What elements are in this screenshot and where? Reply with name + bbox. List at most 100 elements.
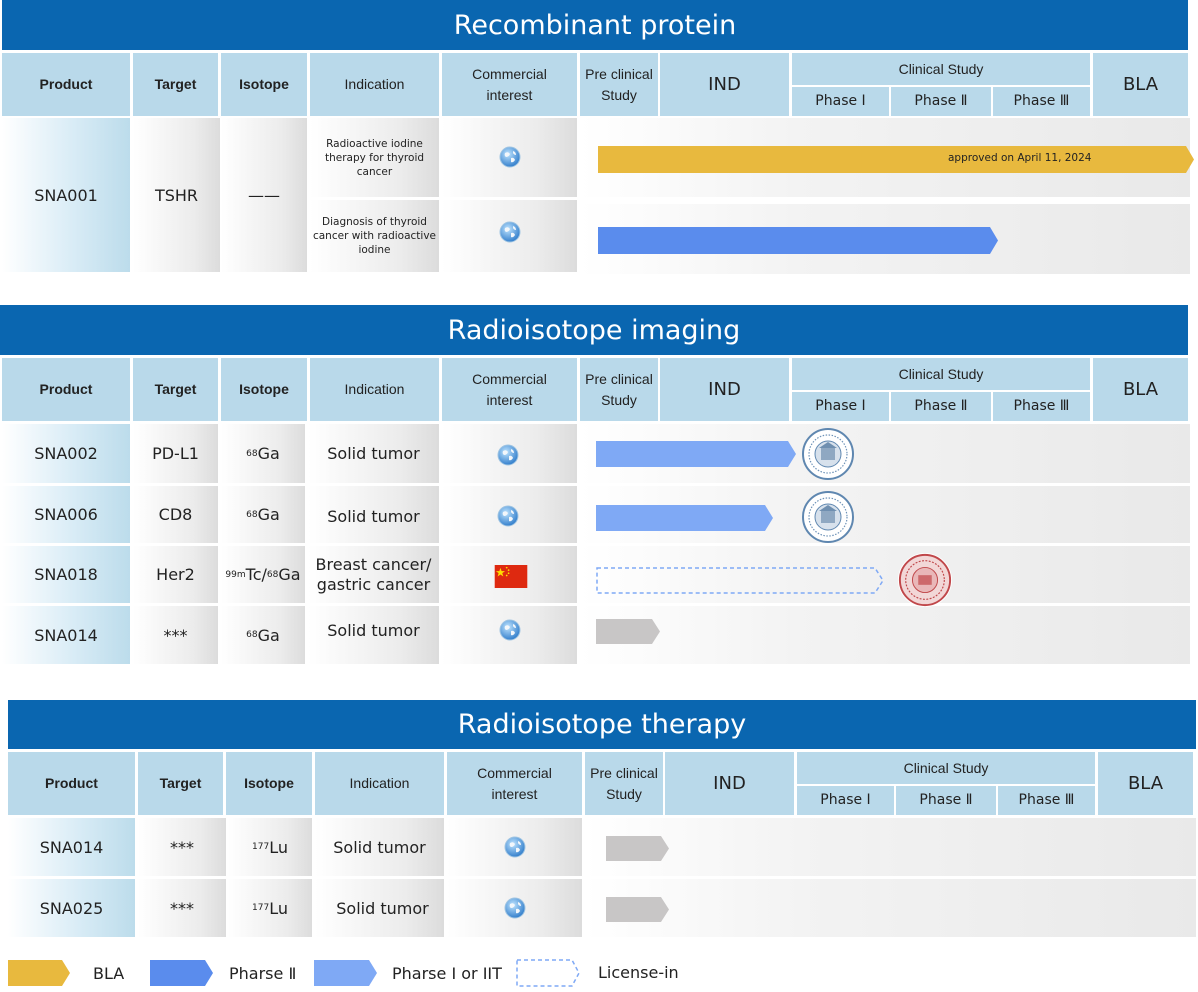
- legend-swatch-phase1-iit: [314, 960, 377, 986]
- progress-arrow-license-in: [596, 567, 884, 594]
- header-commercial-interest: Commercial interest: [447, 752, 582, 815]
- header-preclinical: Pre clinical Study: [585, 752, 663, 815]
- blue-university-seal-icon: [802, 491, 854, 543]
- header-indication: Indication: [315, 752, 444, 815]
- product-cell: SNA006: [2, 486, 130, 543]
- header-commercial-line2: interest: [486, 86, 533, 103]
- progress-track: [585, 818, 1196, 876]
- product-cell: SNA014: [2, 606, 130, 664]
- isotope-element: Lu: [269, 898, 288, 918]
- legend-swatch-phase2: [150, 960, 213, 986]
- globe-icon: [504, 897, 526, 919]
- header-product: Product: [2, 53, 130, 116]
- progress-arrow-preclinical: [596, 619, 660, 644]
- section-title-recombinant-protein: Recombinant protein: [2, 0, 1188, 50]
- target-cell: PD-L1: [133, 424, 218, 483]
- header-phase1: Phase Ⅰ: [792, 392, 889, 421]
- header-clinical-study: Clinical Study: [797, 752, 1095, 784]
- target-cell: ***: [133, 606, 218, 664]
- indication-cell: Radioactive iodine therapy for thyroid c…: [310, 118, 439, 197]
- red-university-seal-icon: [897, 552, 953, 608]
- isotope-element: Tc/: [245, 565, 267, 584]
- header-isotope: Isotope: [226, 752, 312, 815]
- globe-icon: [504, 836, 526, 858]
- header-preclinical: Pre clinical Study: [580, 53, 658, 116]
- header-preclinical-line2: Study: [606, 785, 642, 802]
- product-cell: SNA014: [8, 818, 135, 876]
- isotope-cell: 177 Lu: [228, 879, 312, 937]
- header-product: Product: [8, 752, 135, 815]
- progress-arrow-phase2: [598, 227, 998, 254]
- header-indication: Indication: [310, 358, 439, 421]
- header-preclinical-line1: Pre clinical: [590, 764, 658, 781]
- header-isotope: Isotope: [221, 53, 307, 116]
- progress-arrow-bla: [598, 146, 1194, 173]
- header-commercial-interest: Commercial interest: [442, 358, 577, 421]
- header-phase1: Phase Ⅰ: [792, 87, 889, 116]
- indication-cell: Solid tumor: [315, 879, 444, 937]
- target-cell: TSHR: [133, 118, 220, 272]
- header-target: Target: [138, 752, 223, 815]
- header-ind: IND: [660, 53, 789, 116]
- isotope-cell: 68 Ga: [221, 606, 305, 664]
- header-commercial-line2: interest: [486, 391, 533, 408]
- header-phase3: Phase Ⅲ: [998, 786, 1095, 815]
- header-clinical-study: Clinical Study: [792, 53, 1090, 85]
- header-product: Product: [2, 358, 130, 421]
- legend-swatch-license-in: [516, 959, 580, 987]
- header-preclinical-line1: Pre clinical: [585, 370, 653, 387]
- header-indication: Indication: [310, 53, 439, 116]
- isotope-element: Ga: [257, 444, 280, 463]
- header-clinical-study: Clinical Study: [792, 358, 1090, 390]
- indication-cell: Solid tumor: [315, 818, 444, 876]
- header-commercial-line1: Commercial: [477, 764, 552, 781]
- header-bla: BLA: [1093, 53, 1188, 116]
- legend-label: License-in: [598, 963, 679, 982]
- header-phase2: Phase Ⅱ: [896, 786, 996, 815]
- header-phase2: Phase Ⅱ: [891, 392, 991, 421]
- header-phase1: Phase Ⅰ: [797, 786, 894, 815]
- section-title-radioisotope-imaging: Radioisotope imaging: [0, 305, 1188, 355]
- product-cell: SNA002: [2, 424, 130, 483]
- indication-cell: Solid tumor: [308, 424, 439, 483]
- header-commercial-line1: Commercial: [472, 65, 547, 82]
- isotope-cell: ——: [221, 118, 307, 272]
- progress-arrow-preclinical: [606, 836, 669, 861]
- header-bla: BLA: [1098, 752, 1193, 815]
- target-cell: Her2: [133, 546, 218, 603]
- legend-label: Pharse Ⅰ or IIT: [392, 964, 502, 983]
- target-cell: CD8: [133, 486, 218, 543]
- isotope-element: Ga: [278, 565, 301, 584]
- product-cell: SNA001: [2, 118, 130, 272]
- progress-arrow-phase1: [596, 505, 773, 531]
- indication-line1: Breast cancer/: [315, 554, 432, 574]
- globe-icon: [497, 444, 519, 466]
- isotope-element: Ga: [257, 505, 280, 524]
- header-bla: BLA: [1093, 358, 1188, 421]
- legend-swatch-bla: [8, 960, 70, 986]
- china-flag-icon: [494, 565, 528, 588]
- product-cell: SNA018: [2, 546, 130, 603]
- globe-icon: [499, 146, 521, 168]
- header-target: Target: [133, 358, 218, 421]
- header-preclinical-line2: Study: [601, 86, 637, 103]
- indication-cell: Breast cancer/ gastric cancer: [308, 546, 439, 603]
- isotope-cell: 99m Tc/68 Ga: [221, 546, 305, 603]
- progress-arrow-phase1: [596, 441, 796, 467]
- header-phase2: Phase Ⅱ: [891, 87, 991, 116]
- isotope-cell: 68 Ga: [221, 486, 305, 543]
- progress-arrow-preclinical: [606, 897, 669, 922]
- header-isotope: Isotope: [221, 358, 307, 421]
- isotope-cell: 68 Ga: [221, 424, 305, 483]
- legend-label: BLA: [93, 964, 125, 983]
- isotope-element: Ga: [257, 625, 280, 645]
- header-commercial-line1: Commercial: [472, 370, 547, 387]
- header-ind: IND: [665, 752, 794, 815]
- indication-cell: Solid tumor: [308, 606, 439, 664]
- indication-cell: Solid tumor: [308, 486, 439, 543]
- indication-cell: Diagnosis of thyroid cancer with radioac…: [310, 200, 439, 272]
- indication-line2: gastric cancer: [316, 574, 431, 594]
- globe-icon: [497, 505, 519, 527]
- header-commercial-interest: Commercial interest: [442, 53, 577, 116]
- legend-label: Pharse Ⅱ: [229, 964, 297, 983]
